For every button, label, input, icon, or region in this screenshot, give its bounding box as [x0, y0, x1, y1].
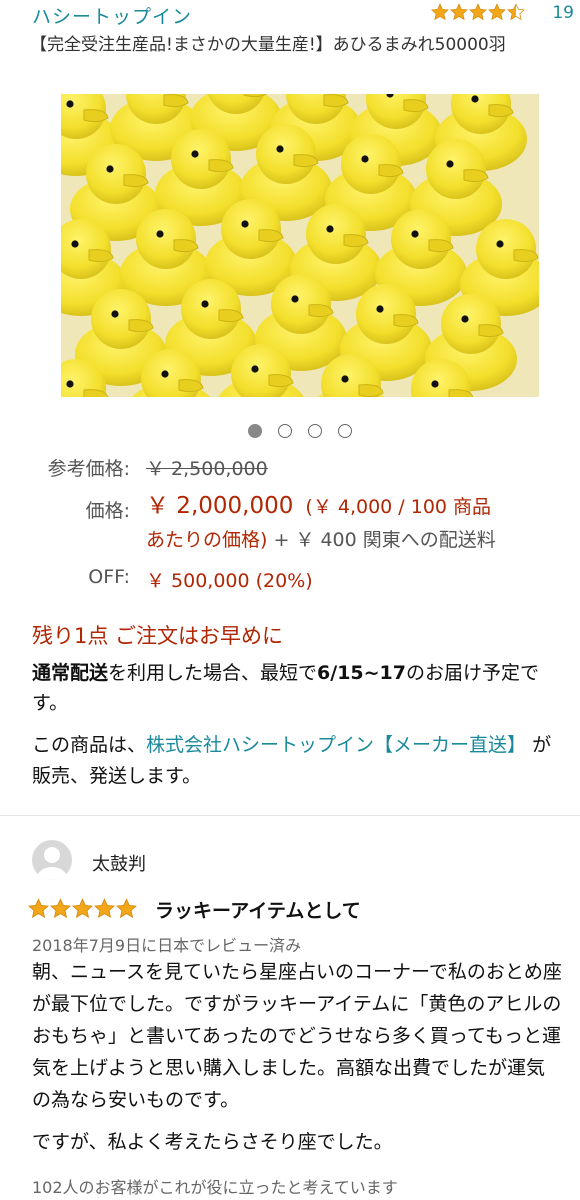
rating-stars[interactable]	[431, 3, 525, 21]
reviewer-name: 太鼓判	[92, 854, 146, 875]
delivery-estimate: 通常配送を利用した場合、最短で6/15~17のお届け予定です。	[32, 658, 562, 718]
list-price-value: ￥ 2,500,000	[146, 458, 268, 480]
seller-link[interactable]: 株式会社ハシートップイン【メーカー直送】	[146, 734, 526, 756]
section-divider	[0, 815, 580, 816]
review-rating-stars	[28, 898, 137, 919]
review-date: 2018年7月9日に日本でレビュー済み	[32, 936, 302, 955]
unit-price-suffix: あたりの価格)	[146, 529, 268, 551]
avatar	[32, 840, 72, 880]
rating-count[interactable]: 19	[552, 3, 574, 23]
carousel-dot[interactable]	[338, 424, 352, 438]
carousel-indicator	[0, 424, 580, 438]
review-title[interactable]: ラッキーアイテムとして	[155, 896, 361, 923]
star-full-icon	[450, 3, 468, 21]
star-full-icon	[488, 3, 506, 21]
star-full-icon	[94, 898, 115, 918]
helpful-count: 102人のお客様がこれが役に立ったと考えています	[32, 1178, 398, 1197]
list-price-label: 参考価格:	[47, 458, 130, 480]
product-title: 【完全受注生産品!まさかの大量生産!】あひるまみれ50000羽	[30, 35, 506, 55]
carousel-dot[interactable]	[278, 424, 292, 438]
stock-status: 残り1点 ご注文はお早めに	[32, 624, 284, 648]
seller-prefix: この商品は、	[32, 734, 147, 756]
carousel-dot[interactable]	[248, 424, 262, 438]
review-body: 朝、ニュースを見ていたら星座占いのコーナーで私のおとめ座が最下位でした。ですがラ…	[32, 961, 562, 1111]
seller-info: この商品は、株式会社ハシートップイン【メーカー直送】 が販売、発送します。	[32, 730, 562, 792]
unit-price: (￥ 4,000 / 100 商品	[305, 496, 492, 518]
brand-link[interactable]: ハシートップイン	[32, 2, 192, 29]
star-full-icon	[116, 898, 137, 918]
star-full-icon	[50, 898, 71, 918]
user-silhouette-icon	[37, 847, 67, 880]
ducks-illustration	[61, 94, 539, 397]
star-full-icon	[72, 898, 93, 918]
star-full-icon	[469, 3, 487, 21]
review-body-end: ですが、私よく考えたらさそり座でした。	[32, 1131, 393, 1153]
delivery-text: を利用した場合、最短で	[108, 662, 318, 684]
delivery-method: 通常配送	[32, 662, 109, 684]
price-value: ￥ 2,000,000	[146, 493, 294, 519]
star-full-icon	[28, 898, 49, 918]
carousel-dot[interactable]	[308, 424, 322, 438]
star-full-icon	[431, 3, 449, 21]
product-image[interactable]	[61, 94, 539, 397]
price-label: 価格:	[85, 500, 130, 522]
shipping-fee: + ￥ 400 関東への配送料	[267, 529, 496, 551]
off-label: OFF:	[88, 566, 130, 588]
delivery-date: 6/15~17	[317, 662, 406, 684]
off-value: ￥ 500,000 (20%)	[146, 570, 313, 592]
star-half-icon	[507, 3, 525, 21]
